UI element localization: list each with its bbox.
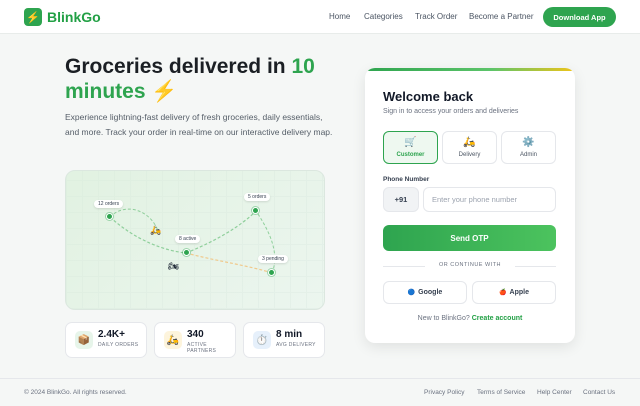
stat-value: 8 min	[276, 329, 303, 340]
role-customer[interactable]: 🛒 Customer	[383, 131, 438, 164]
send-otp-button[interactable]: Send OTP	[383, 225, 556, 251]
lightning-icon: ⚡	[151, 80, 178, 103]
apple-label: Apple	[509, 289, 529, 296]
role-delivery[interactable]: 🛵 Delivery	[442, 131, 497, 164]
map-pin[interactable]	[268, 269, 275, 276]
hero-title: Groceries delivered in 10 minutes ⚡	[65, 55, 315, 103]
login-title: Welcome back	[383, 89, 474, 104]
country-code-selector[interactable]: +91	[383, 187, 419, 212]
nav-track-order[interactable]: Track Order	[415, 12, 457, 21]
stat-active-partners: 🛵 340 ACTIVE PARTNERS	[154, 322, 236, 358]
map-pin[interactable]	[106, 213, 113, 220]
login-subtitle: Sign in to access your orders and delive…	[383, 108, 519, 115]
card-accent-bar	[365, 68, 575, 71]
login-card: Welcome back Sign in to access your orde…	[365, 68, 575, 343]
motorbike-icon: 🏍	[168, 261, 180, 271]
stat-label: ACTIVE PARTNERS	[187, 342, 217, 354]
create-account-link[interactable]: Create account	[472, 315, 523, 322]
apple-login-button[interactable]: 🍎 Apple	[472, 281, 556, 304]
timer-icon: ⏱️	[253, 331, 271, 349]
divider-text: OR CONTINUE WITH	[425, 262, 515, 268]
phone-label: Phone Number	[383, 176, 430, 183]
scooter-icon: 🛵	[463, 137, 476, 148]
footer-link-help[interactable]: Help Center	[537, 389, 572, 396]
delivery-map[interactable]: 12 orders 5 orders 8 active 3 pending 🛵 …	[65, 170, 325, 310]
role-label: Admin	[519, 152, 537, 158]
signup-prompt: New to BlinkGo? Create account	[417, 315, 523, 322]
google-label: Google	[418, 289, 443, 296]
logo[interactable]: ⚡ BlinkGo	[24, 8, 101, 26]
scooter-icon: 🛵	[164, 331, 182, 349]
stat-value: 2.4K+	[98, 329, 125, 340]
map-label-3-pending: 3 pending	[258, 255, 288, 263]
hero-description: Experience lightning-fast delivery of fr…	[65, 112, 333, 137]
copyright: © 2024 BlinkGo. All rights reserved.	[24, 389, 127, 396]
role-admin[interactable]: ⚙️ Admin	[501, 131, 556, 164]
apple-icon: 🍎	[499, 290, 507, 296]
nav-become-partner[interactable]: Become a Partner	[469, 12, 533, 21]
footer: © 2024 BlinkGo. All rights reserved. Pri…	[0, 378, 640, 406]
stat-value: 340	[187, 329, 204, 340]
footer-link-terms[interactable]: Terms of Service	[477, 389, 525, 396]
role-label: Delivery	[458, 152, 481, 158]
box-icon: 📦	[75, 331, 93, 349]
map-pin[interactable]	[252, 207, 259, 214]
download-app-button[interactable]: Download App	[543, 7, 616, 27]
map-pin[interactable]	[183, 249, 190, 256]
role-label: Customer	[396, 152, 425, 158]
stat-label: AVG DELIVERY	[276, 342, 316, 348]
nav-home[interactable]: Home	[329, 12, 350, 21]
gear-icon: ⚙️	[522, 137, 535, 148]
map-label-8-active: 8 active	[175, 235, 201, 243]
footer-link-privacy[interactable]: Privacy Policy	[424, 389, 464, 396]
phone-input[interactable]	[423, 187, 556, 212]
google-login-button[interactable]: 🔵 Google	[383, 281, 467, 304]
stat-avg-delivery: ⏱️ 8 min AVG DELIVERY	[243, 322, 325, 358]
footer-link-contact[interactable]: Contact Us	[583, 389, 615, 396]
brand-name: BlinkGo	[47, 9, 101, 25]
lightning-icon: ⚡	[24, 8, 42, 26]
map-label-5-orders: 5 orders	[244, 193, 271, 201]
stat-label: DAILY ORDERS	[98, 342, 139, 348]
nav-categories[interactable]: Categories	[364, 12, 403, 21]
map-label-12-orders: 12 orders	[94, 200, 124, 208]
google-icon: 🔵	[407, 290, 416, 296]
stat-daily-orders: 📦 2.4K+ DAILY ORDERS	[65, 322, 147, 358]
cart-icon: 🛒	[404, 137, 417, 148]
header: ⚡ BlinkGo Home Categories Track Order Be…	[0, 0, 640, 34]
scooter-icon: 🛵	[150, 225, 162, 235]
